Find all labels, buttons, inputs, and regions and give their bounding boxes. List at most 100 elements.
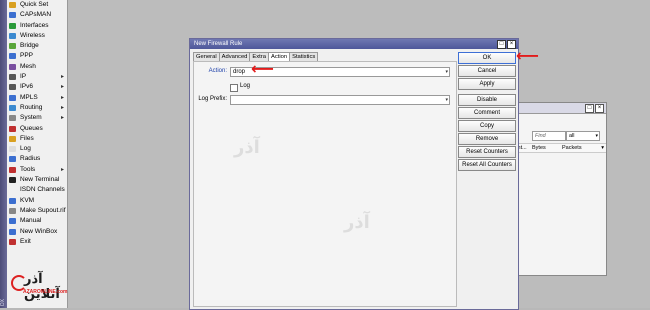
red-arrow-icon: ⟵ bbox=[516, 46, 539, 65]
mpls-icon bbox=[9, 94, 16, 101]
close-icon[interactable]: × bbox=[507, 40, 516, 49]
sidebar-item[interactable]: KVM bbox=[7, 196, 67, 206]
sidebar-item-label: Make Supout.rif bbox=[20, 206, 66, 214]
chevron-down-icon: ▾ bbox=[595, 133, 598, 139]
tab-general[interactable]: General bbox=[193, 52, 220, 61]
sidebar-item-label: Files bbox=[20, 134, 34, 142]
reset-counters-button[interactable]: Reset Counters bbox=[458, 146, 516, 158]
sidebar-item-label: Manual bbox=[20, 217, 42, 225]
filter-select[interactable]: all ▾ bbox=[566, 131, 600, 141]
kvm-icon bbox=[9, 197, 16, 204]
sidebar-item-label: IP bbox=[20, 73, 27, 81]
column-header: Packets bbox=[562, 145, 582, 151]
sidebar-item-label: Interfaces bbox=[20, 21, 49, 29]
sidebar-item-label: PPP bbox=[20, 52, 34, 60]
restore-icon[interactable]: □ bbox=[497, 40, 506, 49]
reset-all-counters-button[interactable]: Reset All Counters bbox=[458, 159, 516, 171]
supout-icon bbox=[9, 207, 16, 214]
sidebar-item[interactable]: MPLS ▸ bbox=[7, 93, 67, 103]
sidebar-item[interactable]: Mesh bbox=[7, 62, 67, 72]
interfaces-icon bbox=[9, 22, 16, 29]
files-icon bbox=[9, 135, 16, 142]
manual-icon bbox=[9, 218, 16, 225]
sidebar-item[interactable]: Quick Set bbox=[7, 0, 67, 10]
sidebar-item-label: Queues bbox=[20, 124, 43, 132]
ppp-icon bbox=[9, 53, 16, 60]
sidebar-item[interactable]: IPv6 ▸ bbox=[7, 82, 67, 92]
sidebar-item-label: Quick Set bbox=[20, 1, 49, 8]
sidebar-item[interactable]: IP ▸ bbox=[7, 72, 67, 82]
background-restore-button[interactable]: □ bbox=[585, 104, 594, 113]
column-header: Bytes bbox=[532, 145, 546, 151]
tab-advanced[interactable]: Advanced bbox=[218, 52, 251, 61]
radius-icon bbox=[9, 156, 16, 163]
sidebar-item[interactable]: CAPsMAN bbox=[7, 10, 67, 20]
sidebar-item[interactable]: Files bbox=[7, 134, 67, 144]
sidebar-item-label: Tools bbox=[20, 165, 36, 173]
action-select-value: drop bbox=[233, 69, 246, 75]
sidebar-item[interactable]: Tools ▸ bbox=[7, 165, 67, 175]
comment-button[interactable]: Comment bbox=[458, 107, 516, 119]
sidebar-item[interactable]: Exit bbox=[7, 237, 67, 247]
sidebar-item[interactable]: ISDN Channels bbox=[7, 185, 67, 195]
sidebar-item[interactable]: System ▸ bbox=[7, 113, 67, 123]
column-menu-icon[interactable]: ▾ bbox=[601, 144, 604, 152]
sidebar-item-label: New WinBox bbox=[20, 227, 58, 235]
log-prefix-select[interactable]: ▾ bbox=[230, 95, 450, 105]
remove-button[interactable]: Remove bbox=[458, 133, 516, 145]
quick-set-icon bbox=[9, 2, 16, 8]
log-icon bbox=[9, 146, 16, 153]
sidebar: Quick Set CAPsMAN Interfaces Wireless Bridge… bbox=[7, 0, 68, 308]
disable-button[interactable]: Disable bbox=[458, 94, 516, 106]
sidebar-item[interactable]: Manual bbox=[7, 216, 67, 226]
sidebar-item-label: Radius bbox=[20, 155, 41, 163]
winbox-icon bbox=[9, 228, 16, 235]
watermark: آذر bbox=[344, 212, 370, 233]
tab-statistics[interactable]: Statistics bbox=[289, 52, 319, 61]
sidebar-item[interactable]: Bridge bbox=[7, 41, 67, 51]
cancel-button[interactable]: Cancel bbox=[458, 65, 516, 77]
system-icon bbox=[9, 115, 16, 122]
isdn-icon bbox=[9, 187, 16, 194]
copy-button[interactable]: Copy bbox=[458, 120, 516, 132]
sidebar-item[interactable]: Radius bbox=[7, 154, 67, 164]
tools-icon bbox=[9, 166, 16, 173]
log-label: Log bbox=[240, 83, 251, 89]
watermark: آذر bbox=[234, 137, 260, 158]
queues-icon bbox=[9, 125, 16, 132]
sidebar-item-label: ISDN Channels bbox=[20, 186, 65, 194]
ok-button[interactable]: OK bbox=[458, 52, 516, 64]
red-arrow-icon: ⟵ bbox=[251, 59, 274, 78]
sidebar-item-label: KVM bbox=[20, 196, 35, 204]
sidebar-item-label: IPv6 bbox=[20, 83, 34, 91]
sidebar-item-label: Exit bbox=[20, 237, 31, 245]
submenu-arrow-icon: ▸ bbox=[60, 166, 64, 173]
routing-icon bbox=[9, 104, 16, 111]
sidebar-item[interactable]: Queues bbox=[7, 124, 67, 134]
find-input[interactable]: Find bbox=[532, 131, 566, 141]
sidebar-item[interactable]: Routing ▸ bbox=[7, 103, 67, 113]
dialog-title: New Firewall Rule bbox=[194, 41, 243, 47]
sidebar-item[interactable]: Make Supout.rif bbox=[7, 206, 67, 216]
sidebar-item[interactable]: New Terminal bbox=[7, 175, 67, 185]
log-checkbox[interactable] bbox=[230, 84, 238, 92]
sidebar-item-label: Routing bbox=[20, 103, 43, 111]
background-close-button[interactable]: × bbox=[595, 104, 604, 113]
chevron-down-icon: ▾ bbox=[445, 97, 448, 103]
sidebar-item-label: New Terminal bbox=[20, 176, 60, 184]
sidebar-item[interactable]: PPP bbox=[7, 51, 67, 61]
sidebar-item[interactable]: New WinBox bbox=[7, 227, 67, 237]
apply-button[interactable]: Apply bbox=[458, 78, 516, 90]
sidebar-item-label: Log bbox=[20, 145, 31, 153]
azaronline-logo: آذر آنلاین AZARONLINE.com bbox=[10, 272, 72, 302]
sidebar-item[interactable]: Log bbox=[7, 144, 67, 154]
exit-icon bbox=[9, 238, 16, 245]
sidebar-item[interactable]: Interfaces bbox=[7, 21, 67, 31]
sidebar-item-label: System bbox=[20, 114, 42, 122]
mesh-icon bbox=[9, 63, 16, 70]
submenu-arrow-icon: ▸ bbox=[60, 115, 64, 122]
sidebar-item-label: CAPsMAN bbox=[20, 11, 52, 19]
sidebar-item[interactable]: Wireless bbox=[7, 31, 67, 41]
action-panel: Action: drop ▾ Log Log Prefix: ▾ آذر آذر bbox=[193, 61, 457, 307]
terminal-icon bbox=[9, 177, 16, 184]
